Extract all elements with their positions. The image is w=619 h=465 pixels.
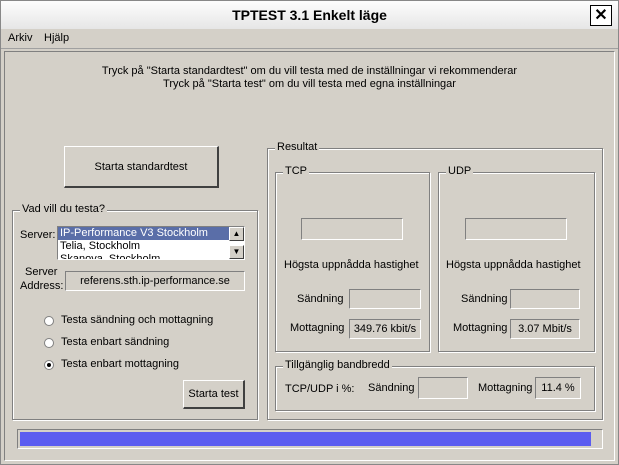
server-list-item[interactable]: IP-Performance V3 Stockholm (58, 227, 230, 240)
scroll-down-icon[interactable]: ▼ (229, 245, 244, 259)
server-address-field[interactable]: referens.sth.ip-performance.se (65, 271, 245, 291)
server-address-label-2: Address: (20, 280, 64, 292)
progress-fill (20, 432, 591, 446)
server-listbox[interactable]: IP-Performance V3 Stockholm Telia, Stockh… (57, 226, 245, 260)
close-button[interactable]: ✕ (590, 5, 612, 26)
standard-test-button[interactable]: Starta standardtest (64, 146, 219, 188)
test-option-label[interactable]: Testa sändning och mottagning (61, 314, 213, 326)
tcp-send-label: Sändning (297, 293, 344, 305)
bandwidth-label: TCP/UDP i %: (285, 383, 355, 395)
bandwidth-title: Tillgänglig bandbredd (283, 359, 392, 371)
intro-line-2: Tryck på "Starta test" om du vill testa … (163, 78, 456, 90)
bandwidth-send-field (418, 377, 468, 399)
server-list-item[interactable]: Skanova, Stockholm (58, 253, 230, 259)
tcp-title: TCP (283, 165, 309, 177)
tcp-top-field (301, 218, 403, 240)
test-option-radio[interactable] (44, 360, 54, 370)
udp-send-label: Sändning (461, 293, 508, 305)
menu-bar: Arkiv Hjälp (1, 29, 618, 49)
test-option-label[interactable]: Testa enbart sändning (61, 336, 169, 348)
tcp-send-field (349, 289, 421, 309)
udp-recv-field: 3.07 Mbit/s (510, 319, 580, 339)
udp-highest-label: Högsta uppnådda hastighet (446, 259, 581, 271)
udp-top-field (465, 218, 567, 240)
tcp-highest-label: Högsta uppnådda hastighet (284, 259, 419, 271)
main-window: TPTEST 3.1 Enkelt läge ✕ Arkiv Hjälp Try… (0, 0, 619, 465)
window-title: TPTEST 3.1 Enkelt läge (232, 7, 387, 23)
start-test-button[interactable]: Starta test (183, 380, 245, 409)
server-label: Server: (20, 229, 56, 241)
menu-arkiv[interactable]: Arkiv (8, 32, 32, 44)
bandwidth-recv-label: Mottagning (478, 382, 533, 394)
server-list-item[interactable]: Telia, Stockholm (58, 240, 230, 253)
tcp-recv-label: Mottagning (290, 322, 345, 334)
test-option-radio[interactable] (44, 338, 54, 348)
progress-bar (17, 429, 603, 449)
test-options-title: Vad vill du testa? (20, 203, 107, 215)
udp-send-field (510, 289, 580, 309)
menu-hjalp[interactable]: Hjälp (44, 32, 69, 44)
test-option-radio[interactable] (44, 316, 54, 326)
server-address-label-1: Server (25, 266, 58, 278)
intro-line-1: Tryck på "Starta standardtest" om du vil… (101, 65, 518, 77)
bandwidth-send-label: Sändning (368, 382, 415, 394)
udp-recv-label: Mottagning (453, 322, 508, 334)
tcp-recv-field: 349.76 kbit/s (349, 319, 421, 339)
udp-title: UDP (446, 165, 474, 177)
title-bar[interactable]: TPTEST 3.1 Enkelt läge ✕ (1, 1, 618, 30)
bandwidth-recv-field: 11.4 % (535, 377, 581, 399)
result-title: Resultat (275, 141, 320, 153)
test-option-label[interactable]: Testa enbart mottagning (61, 358, 179, 370)
scroll-up-icon[interactable]: ▲ (229, 227, 244, 241)
